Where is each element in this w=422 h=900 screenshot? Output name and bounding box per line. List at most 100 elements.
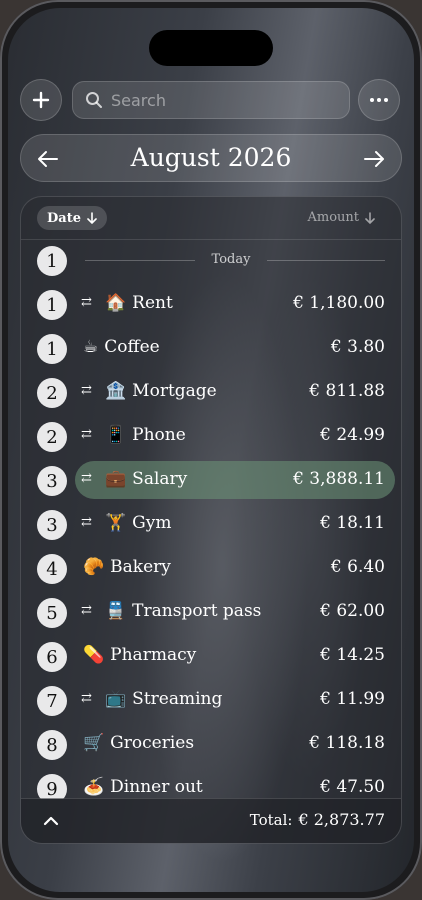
transaction-amount: € 1,180.00	[293, 293, 385, 313]
day-badge: 5	[37, 598, 67, 628]
day-badge: 8	[37, 730, 67, 760]
transactions-panel: Date Amount 1 Today 1 ⇄ 🏠 Rent € 1,180.0…	[20, 196, 402, 844]
transaction-name: Phone	[132, 425, 186, 445]
transaction-label: 📺 Streaming	[105, 689, 222, 709]
transaction-row[interactable]: 1 ⇄ 🏠 Rent € 1,180.00	[21, 283, 401, 327]
day-badge: 7	[37, 686, 67, 716]
transaction-label: 💊 Pharmacy	[83, 645, 196, 665]
transaction-name: Dinner out	[110, 777, 203, 797]
bank-icon: 🏦	[105, 381, 127, 401]
transaction-amount: € 3.80	[330, 337, 385, 357]
transaction-list[interactable]: 1 Today 1 ⇄ 🏠 Rent € 1,180.00 1 ☕ Coffee € 3.80 2…	[21, 239, 401, 799]
transaction-row[interactable]: 3 ⇄ 🏋 Gym € 18.11	[21, 503, 401, 547]
train-icon: 🚆	[105, 601, 127, 621]
transaction-label: 🥐 Bakery	[83, 557, 171, 577]
month-title: August 2026	[130, 143, 292, 172]
weightlifter-icon: 🏋	[105, 513, 127, 533]
transaction-label: 🛒 Groceries	[83, 733, 194, 753]
transaction-name: Mortgage	[132, 381, 217, 401]
repeat-icon: ⇄	[81, 691, 92, 706]
sort-header: Date Amount	[21, 197, 401, 240]
transaction-amount: € 18.11	[320, 513, 385, 533]
transaction-row[interactable]: 4 🥐 Bakery € 6.40	[21, 547, 401, 591]
briefcase-icon: 💼	[105, 469, 127, 489]
repeat-icon: ⇄	[81, 383, 92, 398]
day-badge: 9	[37, 774, 67, 799]
day-badge: 3	[37, 510, 67, 540]
transaction-amount: € 62.00	[320, 601, 385, 621]
transaction-amount: € 118.18	[309, 733, 385, 753]
day-badge: 1	[37, 334, 67, 364]
transaction-row[interactable]: 7 ⇄ 📺 Streaming € 11.99	[21, 679, 401, 723]
transaction-label: 💼 Salary	[105, 469, 187, 489]
add-button[interactable]	[20, 79, 62, 121]
transaction-name: Coffee	[104, 337, 160, 357]
sort-date-label: Date	[47, 210, 81, 226]
day-badge: 2	[37, 422, 67, 452]
arrow-down-icon	[87, 212, 97, 224]
transaction-name: Pharmacy	[110, 645, 197, 665]
transaction-name: Bakery	[110, 557, 171, 577]
pill-icon: 💊	[83, 645, 105, 665]
transaction-amount: € 11.99	[320, 689, 385, 709]
transaction-name: Salary	[132, 469, 188, 489]
total-value: € 2,873.77	[298, 810, 385, 829]
day-badge: 1	[37, 290, 67, 320]
next-month-button[interactable]	[359, 144, 389, 174]
transaction-row[interactable]: 9 🍝 Dinner out € 47.50	[21, 767, 401, 799]
transaction-row[interactable]: 8 🛒 Groceries € 118.18	[21, 723, 401, 767]
chevron-up-icon	[43, 816, 59, 826]
dynamic-island	[149, 30, 273, 66]
spaghetti-icon: 🍝	[83, 777, 105, 797]
search-bar[interactable]	[72, 81, 350, 119]
day-badge: 3	[37, 466, 67, 496]
transaction-row[interactable]: 1 ☕ Coffee € 3.80	[21, 327, 401, 371]
croissant-icon: 🥐	[83, 557, 105, 577]
ellipsis-icon	[370, 98, 388, 102]
day-badge: 2	[37, 378, 67, 408]
transaction-label: 🚆 Transport pass	[105, 601, 261, 621]
transaction-row[interactable]: 5 ⇄ 🚆 Transport pass € 62.00	[21, 591, 401, 635]
transaction-amount: € 47.50	[320, 777, 385, 797]
phone-icon: 📱	[105, 425, 127, 445]
day-badge: 4	[37, 554, 67, 584]
repeat-icon: ⇄	[81, 515, 92, 530]
search-input[interactable]	[109, 89, 333, 111]
transaction-label: ☕ Coffee	[83, 337, 160, 357]
arrow-right-icon	[364, 151, 384, 167]
total-amount: Total: € 2,873.77	[250, 810, 385, 829]
tv-icon: 📺	[105, 689, 127, 709]
transaction-row[interactable]: 3 ⇄ 💼 Salary € 3,888.11	[21, 459, 401, 503]
sort-by-amount-button[interactable]: Amount	[307, 210, 375, 225]
totals-bar: Total: € 2,873.77	[21, 798, 401, 843]
phone-frame: August 2026 Date Amount	[0, 0, 422, 900]
transaction-amount: € 24.99	[320, 425, 385, 445]
transaction-label: 📱 Phone	[105, 425, 186, 445]
repeat-icon: ⇄	[81, 295, 92, 310]
transaction-name: Groceries	[110, 733, 195, 753]
scroll-top-button[interactable]	[33, 803, 69, 839]
total-label: Total:	[249, 811, 293, 829]
more-button[interactable]	[358, 79, 400, 121]
month-navigator: August 2026	[20, 134, 402, 182]
today-divider-row: 1 Today	[21, 239, 401, 283]
transaction-row[interactable]: 2 ⇄ 📱 Phone € 24.99	[21, 415, 401, 459]
divider	[267, 260, 385, 261]
transaction-row[interactable]: 6 💊 Pharmacy € 14.25	[21, 635, 401, 679]
transaction-label: 🍝 Dinner out	[83, 777, 203, 797]
repeat-icon: ⇄	[81, 603, 92, 618]
transaction-row[interactable]: 2 ⇄ 🏦 Mortgage € 811.88	[21, 371, 401, 415]
transaction-amount: € 6.40	[330, 557, 385, 577]
day-badge: 6	[37, 642, 67, 672]
transaction-name: Streaming	[132, 689, 223, 709]
plus-icon	[32, 91, 50, 109]
search-icon	[86, 92, 102, 108]
cart-icon: 🛒	[83, 733, 105, 753]
transaction-name: Rent	[132, 293, 173, 313]
house-icon: 🏠	[105, 293, 127, 313]
coffee-icon: ☕	[83, 337, 99, 357]
transaction-label: 🏦 Mortgage	[105, 381, 217, 401]
transaction-name: Gym	[132, 513, 172, 533]
sort-by-date-button[interactable]: Date	[37, 206, 107, 230]
arrow-down-icon	[365, 211, 375, 224]
